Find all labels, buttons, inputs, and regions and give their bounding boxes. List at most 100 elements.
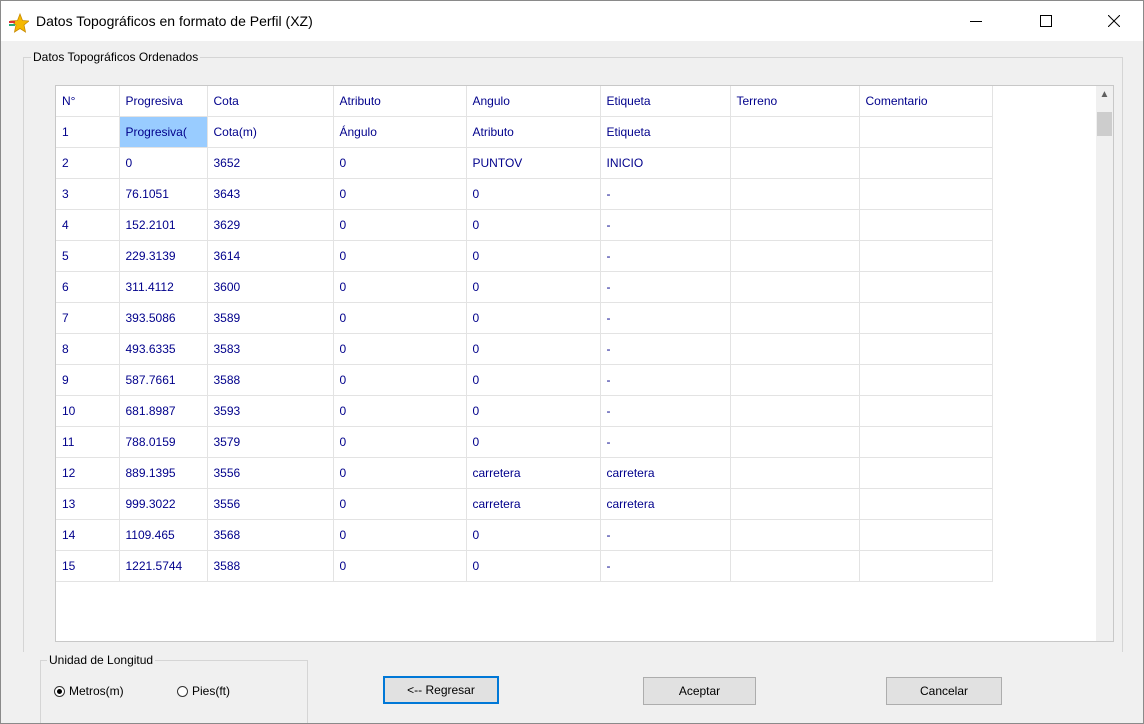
table-cell[interactable]: 889.1395 bbox=[119, 457, 208, 489]
table-cell[interactable]: 3652 bbox=[207, 147, 334, 179]
table-cell[interactable]: 0 bbox=[466, 302, 601, 334]
table-cell[interactable] bbox=[859, 519, 993, 551]
table-cell[interactable]: 0 bbox=[466, 209, 601, 241]
table-cell[interactable]: 3593 bbox=[207, 395, 334, 427]
table-cell[interactable]: 4 bbox=[56, 209, 120, 241]
table-row[interactable]: 15 1221.5744 3588 0 0- bbox=[56, 550, 993, 582]
table-cell[interactable]: Etiqueta bbox=[600, 116, 731, 148]
scroll-up-button[interactable]: ▲ bbox=[1096, 86, 1113, 103]
radio-pies-circle[interactable] bbox=[177, 685, 188, 697]
table-cell[interactable]: 0 bbox=[466, 426, 601, 458]
table-cell[interactable] bbox=[730, 209, 860, 241]
accept-button[interactable]: Aceptar bbox=[643, 677, 756, 705]
table-cell[interactable] bbox=[859, 209, 993, 241]
table-cell[interactable]: 0 bbox=[466, 395, 601, 427]
table-cell[interactable]: 3600 bbox=[207, 271, 334, 303]
table-cell[interactable]: carretera bbox=[600, 488, 731, 520]
table-cell[interactable]: 1 bbox=[56, 116, 120, 148]
table-cell[interactable]: 5 bbox=[56, 240, 120, 272]
table-row[interactable]: 9 587.7661 3588 0 0- bbox=[56, 364, 993, 396]
table-cell[interactable] bbox=[859, 426, 993, 458]
table-cell[interactable] bbox=[859, 178, 993, 210]
table-cell[interactable]: 681.8987 bbox=[119, 395, 208, 427]
table-row[interactable]: 2 0 3652 0 PUNTOV INICIO bbox=[56, 147, 993, 179]
table-cell[interactable]: 1109.465 bbox=[119, 519, 208, 551]
table-cell[interactable] bbox=[730, 519, 860, 551]
table-cell[interactable]: 0 bbox=[466, 240, 601, 272]
table-cell[interactable]: - bbox=[600, 240, 731, 272]
table-cell[interactable]: 0 bbox=[333, 426, 467, 458]
column-header[interactable]: Comentario bbox=[859, 86, 993, 117]
table-cell[interactable]: 393.5086 bbox=[119, 302, 208, 334]
data-grid[interactable]: N° Progresiva Cota Atributo Angulo Etiqueta Te… bbox=[55, 85, 1114, 642]
table-cell[interactable]: - bbox=[600, 519, 731, 551]
table-cell[interactable]: INICIO bbox=[600, 147, 731, 179]
table-cell[interactable]: 15 bbox=[56, 550, 120, 582]
table-cell[interactable] bbox=[859, 457, 993, 489]
table-cell[interactable]: - bbox=[600, 302, 731, 334]
table-cell[interactable] bbox=[730, 116, 860, 148]
back-button[interactable]: <-- Regresar bbox=[383, 676, 499, 704]
table-cell[interactable] bbox=[859, 364, 993, 396]
table-row[interactable]: 11 788.0159 3579 0 0- bbox=[56, 426, 993, 458]
table-cell[interactable]: PUNTOV bbox=[466, 147, 601, 179]
table-cell[interactable]: - bbox=[600, 395, 731, 427]
table-cell[interactable]: 311.4112 bbox=[119, 271, 208, 303]
column-header[interactable]: Etiqueta bbox=[600, 86, 731, 117]
table-cell[interactable]: 14 bbox=[56, 519, 120, 551]
radio-metros-circle[interactable] bbox=[54, 685, 65, 697]
column-header[interactable]: N° bbox=[56, 86, 120, 117]
table-row[interactable]: 7 393.5086 3589 0 0- bbox=[56, 302, 993, 334]
table-cell[interactable] bbox=[859, 240, 993, 272]
table-cell[interactable]: 7 bbox=[56, 302, 120, 334]
table-cell[interactable]: 0 bbox=[333, 364, 467, 396]
table-cell[interactable] bbox=[730, 302, 860, 334]
table-cell[interactable]: 999.3022 bbox=[119, 488, 208, 520]
table-row[interactable]: 8 493.6335 3583 0 0- bbox=[56, 333, 993, 365]
table-cell[interactable] bbox=[730, 550, 860, 582]
table-cell[interactable]: - bbox=[600, 364, 731, 396]
table-cell[interactable]: 2 bbox=[56, 147, 120, 179]
table-cell[interactable]: 0 bbox=[466, 364, 601, 396]
table-cell[interactable] bbox=[859, 271, 993, 303]
table-cell[interactable] bbox=[859, 550, 993, 582]
table-row[interactable]: 13 999.3022 3556 0 carretera carretera bbox=[56, 488, 993, 520]
table-cell[interactable]: 3579 bbox=[207, 426, 334, 458]
table-cell[interactable]: - bbox=[600, 426, 731, 458]
table-cell[interactable]: 1221.5744 bbox=[119, 550, 208, 582]
table-cell[interactable]: 229.3139 bbox=[119, 240, 208, 272]
table-cell[interactable]: 0 bbox=[119, 147, 208, 179]
table-cell[interactable]: 0 bbox=[333, 457, 467, 489]
table-cell[interactable]: 0 bbox=[333, 240, 467, 272]
table-row[interactable]: 6 311.4112 3600 0 0- bbox=[56, 271, 993, 303]
table-cell[interactable] bbox=[730, 333, 860, 365]
minimize-button[interactable] bbox=[953, 1, 999, 41]
table-cell[interactable]: 3568 bbox=[207, 519, 334, 551]
table-cell[interactable]: 3588 bbox=[207, 550, 334, 582]
table-cell[interactable] bbox=[859, 116, 993, 148]
table-cell[interactable]: 8 bbox=[56, 333, 120, 365]
table-cell[interactable]: 76.1051 bbox=[119, 178, 208, 210]
table-cell[interactable]: 0 bbox=[333, 178, 467, 210]
table-cell[interactable]: 0 bbox=[466, 271, 601, 303]
table-cell[interactable]: Atributo bbox=[466, 116, 601, 148]
close-button[interactable] bbox=[1091, 1, 1137, 41]
table-cell[interactable]: - bbox=[600, 178, 731, 210]
table-cell[interactable] bbox=[730, 178, 860, 210]
column-header[interactable]: Angulo bbox=[466, 86, 601, 117]
table-cell[interactable]: 0 bbox=[333, 147, 467, 179]
radio-pies[interactable]: Pies(ft) bbox=[177, 684, 230, 698]
table-cell[interactable]: 0 bbox=[466, 550, 601, 582]
table-cell[interactable] bbox=[730, 457, 860, 489]
table-cell[interactable]: - bbox=[600, 271, 731, 303]
table-cell[interactable]: 9 bbox=[56, 364, 120, 396]
table-cell[interactable]: Ángulo bbox=[333, 116, 467, 148]
table-cell[interactable] bbox=[859, 488, 993, 520]
table-cell[interactable]: 3556 bbox=[207, 457, 334, 489]
table-cell[interactable] bbox=[859, 333, 993, 365]
table-cell[interactable]: Progresiva( bbox=[119, 116, 208, 148]
table-cell[interactable]: 6 bbox=[56, 271, 120, 303]
column-header[interactable]: Progresiva bbox=[119, 86, 208, 117]
table-cell[interactable]: 0 bbox=[333, 395, 467, 427]
table-row[interactable]: 10 681.8987 3593 0 0- bbox=[56, 395, 993, 427]
